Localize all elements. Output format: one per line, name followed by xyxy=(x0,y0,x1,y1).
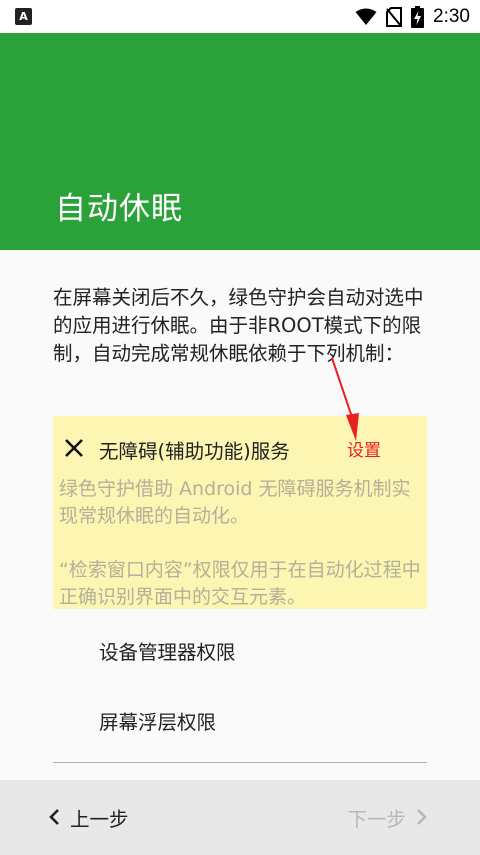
status-icons: 2:30 xyxy=(346,0,470,33)
next-button[interactable]: 下一步 xyxy=(347,800,428,834)
bottom-nav-bar: 上一步 下一步 xyxy=(0,780,480,855)
app-notification-icon: A xyxy=(15,8,32,25)
accessibility-description-2: “检索窗口内容”权限仅用于在自动化过程中正确识别界面中的交互元素。 xyxy=(59,559,421,608)
status-bar: A 2:30 xyxy=(0,0,480,33)
next-button-label: 下一步 xyxy=(347,807,406,831)
intro-text: 在屏幕关闭后不久，绿色守护会自动对选中的应用进行休眠。由于非ROOT模式下的限制… xyxy=(53,286,424,365)
page-title: 自动休眠 xyxy=(55,191,183,227)
back-button-label: 上一步 xyxy=(70,807,129,831)
battery-charging-icon xyxy=(411,5,425,28)
wifi-icon xyxy=(355,8,377,25)
annotation-arrow-icon xyxy=(331,357,359,441)
divider xyxy=(53,762,427,763)
annotation-label: 设置 xyxy=(347,441,381,461)
accessibility-description-1: 绿色守护借助 Android 无障碍服务机制实现常规休眠的自动化。 xyxy=(59,478,411,527)
status-time: 2:30 xyxy=(433,5,470,27)
chevron-right-icon xyxy=(417,809,427,825)
close-icon xyxy=(65,439,83,457)
no-sim-icon xyxy=(386,6,403,27)
chevron-left-icon xyxy=(49,809,59,825)
app-bar: 自动休眠 xyxy=(0,33,480,250)
back-button[interactable]: 上一步 xyxy=(48,800,129,834)
overlay-permission-item[interactable]: 屏幕浮层权限 xyxy=(99,706,216,735)
device-admin-permission-item[interactable]: 设备管理器权限 xyxy=(99,636,236,665)
accessibility-service-title: 无障碍(辅助功能)服务 xyxy=(99,440,290,463)
accessibility-service-description: 绿色守护借助 Android 无障碍服务机制实现常规休眠的自动化。 “检索窗口内… xyxy=(59,476,423,611)
